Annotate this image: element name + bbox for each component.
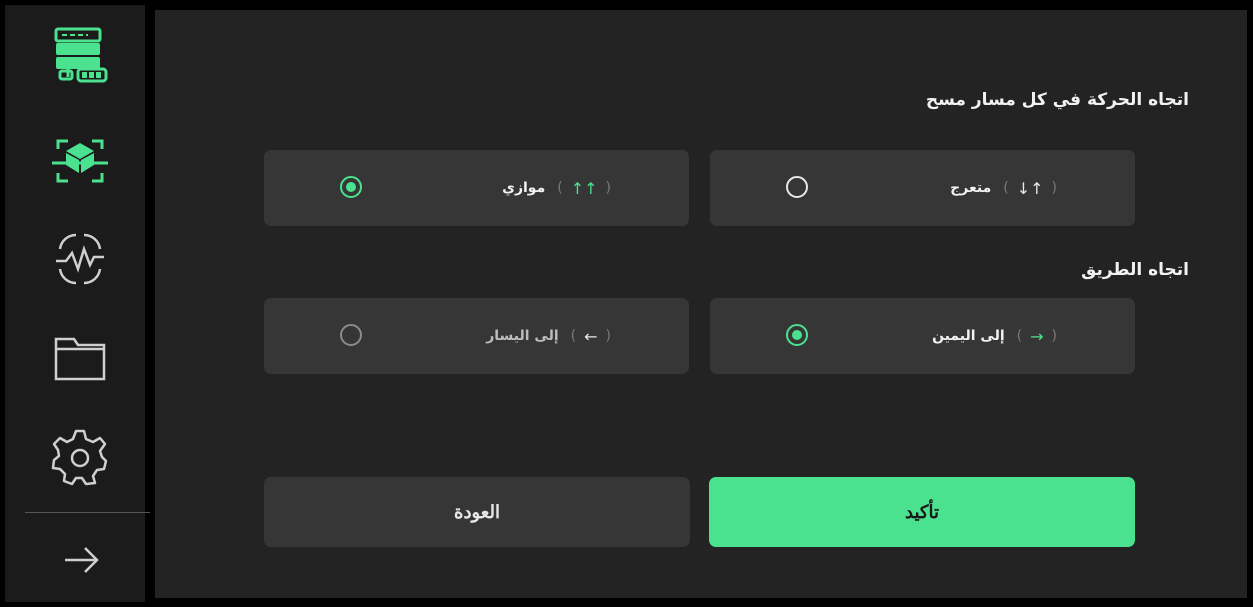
paren-close: ) [1003, 180, 1009, 196]
scan-target-icon[interactable] [45, 129, 115, 193]
sidebar-divider [25, 512, 150, 513]
up-down-arrows-icon: ↑↓ [1016, 178, 1044, 198]
paren-close: ) [557, 180, 563, 196]
folder-icon[interactable] [45, 325, 115, 389]
option-right-text: إلى اليمين [932, 328, 1005, 344]
sidebar [5, 5, 150, 602]
paren-open: ( [605, 180, 611, 196]
confirm-button[interactable]: تأكيد [709, 477, 1135, 547]
arrow-left-icon: ← [584, 326, 598, 346]
paren-close: ) [1016, 328, 1023, 344]
pulse-scan-icon[interactable] [45, 227, 115, 291]
radio-zigzag[interactable] [786, 176, 808, 198]
option-parallel-label: ( ↑↑ ) موازي [502, 177, 611, 199]
back-button[interactable]: العودة [264, 477, 690, 547]
up-up-arrows-icon: ↑↑ [570, 178, 598, 198]
option-zigzag-text: متعرج [950, 180, 992, 196]
movement-title: اتجاه الحركة في كل مسار مسح [925, 90, 1189, 110]
paren-open: ( [1051, 328, 1057, 344]
arrow-right-icon: → [1030, 326, 1044, 346]
option-left-text: إلى اليسار [486, 328, 559, 344]
road-title: اتجاه الطريق [1081, 260, 1189, 280]
option-parallel-text: موازي [502, 180, 546, 196]
paren-open: ( [605, 328, 611, 344]
option-left-label: ( ← ) إلى اليسار [486, 325, 611, 347]
option-parallel[interactable]: ( ↑↑ ) موازي [264, 150, 689, 226]
option-zigzag-label: ( ↑↓ ) متعرج [950, 177, 1057, 199]
arrow-right-icon[interactable] [45, 535, 115, 585]
option-left[interactable]: ( ← ) إلى اليسار [264, 298, 689, 374]
option-zigzag[interactable]: ( ↑↓ ) متعرج [710, 150, 1135, 226]
option-right-label: ( → ) إلى اليمين [932, 325, 1057, 347]
gear-icon[interactable] [45, 425, 115, 489]
radio-right[interactable] [786, 324, 808, 346]
radio-left[interactable] [340, 324, 362, 346]
main-panel: اتجاه الحركة في كل مسار مسح ( ↑↓ ) متعرج… [155, 10, 1247, 598]
paren-close: ) [570, 328, 577, 344]
radio-parallel[interactable] [340, 176, 362, 198]
paren-open: ( [1051, 180, 1057, 196]
option-right[interactable]: ( → ) إلى اليمين [710, 298, 1135, 374]
server-battery-icon[interactable] [45, 23, 115, 87]
